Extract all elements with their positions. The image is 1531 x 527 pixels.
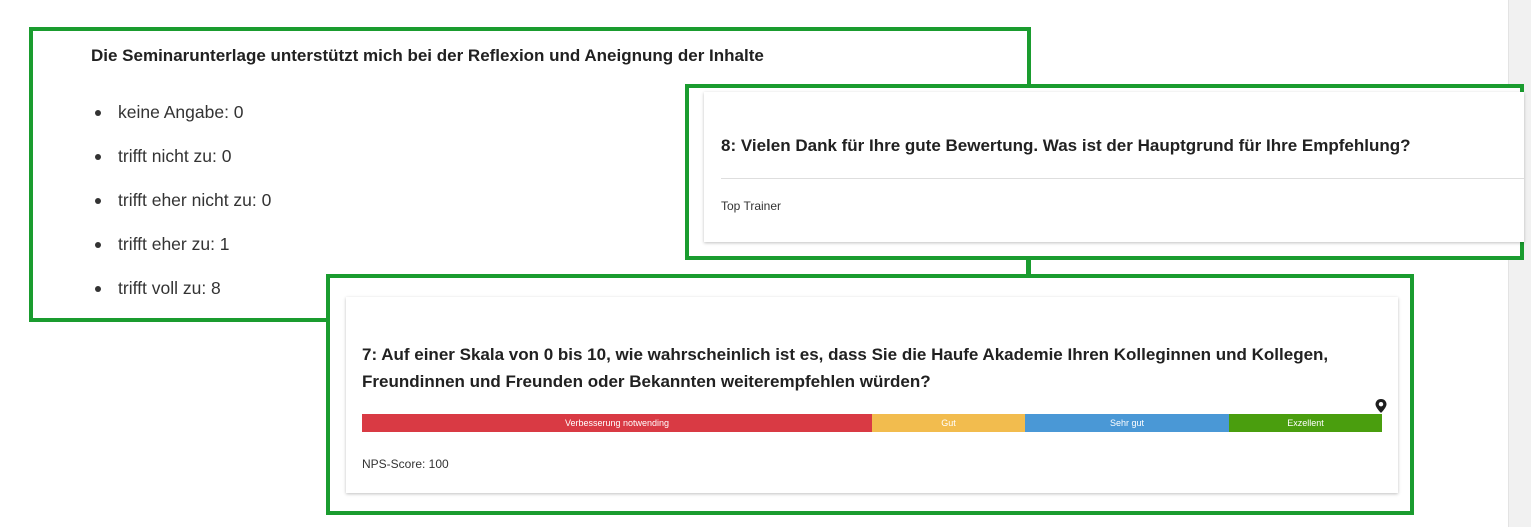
question-card-empfehlung: 8: Vielen Dank für Ihre gute Bewertung. …	[704, 92, 1524, 242]
free-text-answer: Top Trainer	[721, 199, 782, 213]
nps-segment-exzellent: Exzellent	[1229, 414, 1382, 432]
answer-distribution-list: keine Angabe: 0 trifft nicht zu: 0 triff…	[95, 102, 271, 322]
question-title: Die Seminarunterlage unterstützt mich be…	[91, 46, 764, 65]
nps-segment-verbesserung-notwending: Verbesserung notwending	[362, 414, 872, 432]
question-title: 8: Vielen Dank für Ihre gute Bewertung. …	[721, 136, 1411, 155]
question-card-nps-highlight: 7: Auf einer Skala von 0 bis 10, wie wah…	[326, 274, 1414, 515]
nps-segment-sehr-gut: Sehr gut	[1025, 414, 1229, 432]
nps-scale-bar: Verbesserung notwending Gut Sehr gut Exzell…	[362, 414, 1382, 432]
list-item: trifft voll zu: 8	[95, 278, 271, 322]
question-card-nps: 7: Auf einer Skala von 0 bis 10, wie wah…	[346, 297, 1398, 493]
question-card-empfehlung-highlight: 8: Vielen Dank für Ihre gute Bewertung. …	[685, 84, 1524, 260]
question-title: 7: Auf einer Skala von 0 bis 10, wie wah…	[362, 345, 1329, 391]
scrollbar-track[interactable]	[1508, 0, 1531, 527]
map-pin-icon	[1375, 399, 1387, 413]
list-item: keine Angabe: 0	[95, 102, 271, 146]
divider	[721, 178, 1524, 179]
nps-score: NPS-Score: 100	[362, 457, 449, 471]
nps-segment-gut: Gut	[872, 414, 1025, 432]
list-item: trifft nicht zu: 0	[95, 146, 271, 190]
list-item: trifft eher nicht zu: 0	[95, 190, 271, 234]
list-item: trifft eher zu: 1	[95, 234, 271, 278]
